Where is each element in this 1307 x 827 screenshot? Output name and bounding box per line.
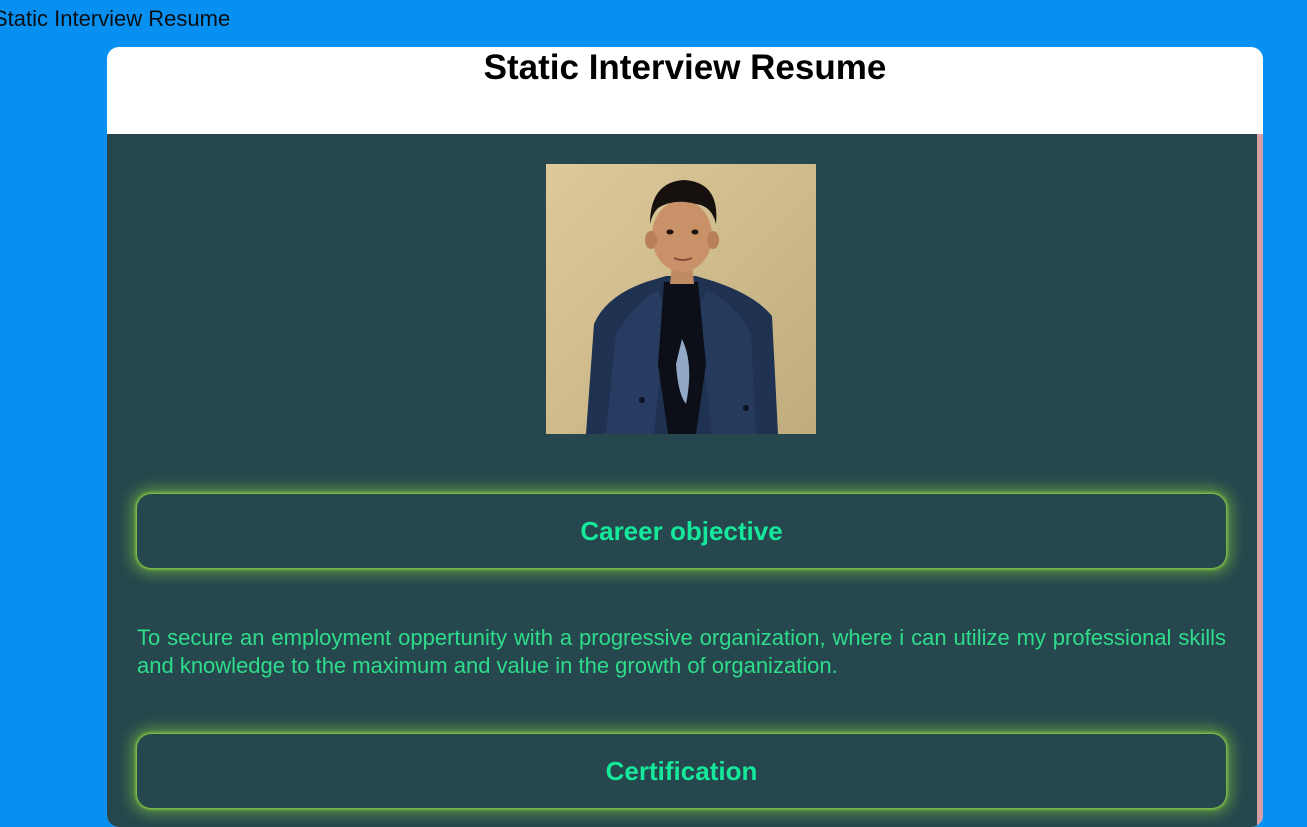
profile-photo-image	[546, 164, 816, 434]
resume-header: Static Interview Resume	[107, 47, 1263, 134]
resume-body: Career objective To secure an employment…	[107, 134, 1257, 827]
scrollbar-track[interactable]	[1257, 134, 1263, 827]
page-caption: Static Interview Resume	[0, 6, 231, 31]
career-objective-heading: Career objective	[580, 515, 783, 546]
resume-title: Static Interview Resume	[483, 48, 887, 87]
profile-photo	[546, 164, 816, 434]
career-objective-text: To secure an employment oppertunity with…	[137, 625, 1226, 678]
certification-heading: Certification	[605, 755, 758, 786]
certification-section: Certification	[137, 734, 1226, 808]
resume-card: Static Interview Resume Career objective…	[107, 47, 1263, 827]
career-objective-section: Career objective	[137, 494, 1226, 568]
